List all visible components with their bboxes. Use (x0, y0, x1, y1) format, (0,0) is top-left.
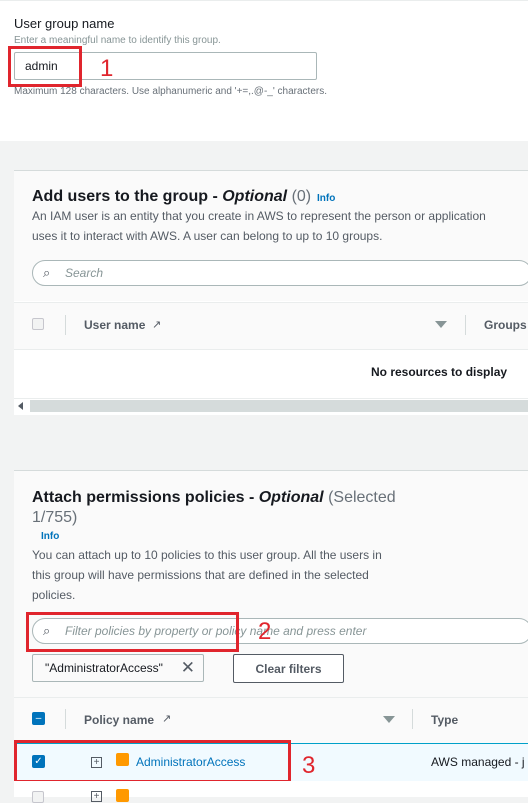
permissions-selected-a: (Selected (328, 489, 396, 506)
add-users-desc-2: uses it to interact with AWS. A user can… (32, 229, 383, 243)
empty-state-text: No resources to display (371, 365, 508, 379)
row-checkbox[interactable] (32, 791, 44, 803)
add-users-title-text: Add users to the group - (32, 188, 223, 205)
column-groups[interactable]: Groups (484, 318, 527, 332)
column-separator (465, 315, 466, 335)
column-type[interactable]: Type (431, 713, 458, 727)
add-users-info-link[interactable]: Info (317, 193, 335, 204)
remove-token-icon[interactable]: ✕ (181, 655, 195, 681)
users-search-placeholder: Search (65, 266, 104, 280)
column-separator (65, 315, 66, 335)
permissions-desc-1: You can attach up to 10 policies to this… (32, 548, 382, 562)
annotation-box-2 (26, 612, 239, 652)
permissions-info-link[interactable]: Info (41, 531, 59, 542)
add-users-title: Add users to the group - Optional (0) (32, 188, 311, 206)
search-icon: ⌕ (43, 265, 51, 280)
add-users-description: An IAM user is an entity that you create… (32, 206, 528, 246)
permissions-optional: Optional (258, 489, 324, 506)
permissions-description: You can attach up to 10 policies to this… (32, 545, 432, 605)
column-separator (412, 709, 413, 729)
external-link-icon: ↗ (162, 713, 172, 725)
permissions-title: Attach permissions policies - Optional (… (32, 488, 412, 528)
users-search-input[interactable]: ⌕ Search (32, 260, 528, 286)
group-name-label: User group name (14, 16, 115, 31)
sort-down-icon[interactable] (435, 321, 447, 328)
scroll-left-icon[interactable] (18, 402, 23, 410)
permissions-selected-b: 1/755) (32, 509, 78, 526)
column-policy-name[interactable]: Policy name (84, 713, 154, 727)
sort-down-icon[interactable] (383, 716, 395, 723)
scrollbar-thumb[interactable] (30, 400, 528, 412)
add-users-count: (0) (291, 188, 312, 205)
external-link-icon: ↗ (152, 319, 162, 331)
permissions-title-text: Attach permissions policies - (32, 489, 259, 506)
annotation-number-2: 2 (258, 618, 272, 645)
filter-token: "AdministratorAccess" ✕ (32, 654, 204, 682)
annotation-number-3: 3 (302, 752, 316, 779)
permissions-desc-2: this group will have permissions that ar… (32, 568, 369, 582)
policy-type: AWS managed - j (431, 755, 525, 769)
add-users-optional: Optional (222, 188, 288, 205)
column-user-name[interactable]: User name (84, 318, 145, 332)
permissions-desc-3: policies. (32, 588, 76, 602)
filter-token-text: "AdministratorAccess" (45, 661, 163, 675)
clear-filters-button[interactable]: Clear filters (233, 654, 344, 683)
column-separator (65, 709, 66, 729)
group-name-hint: Enter a meaningful name to identify this… (14, 35, 221, 46)
policies-select-all-checkbox[interactable]: ‒ (32, 712, 45, 725)
annotation-box-3 (14, 740, 291, 783)
annotation-box-1 (8, 46, 82, 87)
annotation-number-1: 1 (100, 55, 114, 82)
users-select-all-checkbox[interactable] (32, 318, 44, 330)
group-name-constraint: Maximum 128 characters. Use alphanumeric… (14, 86, 327, 97)
expand-icon[interactable]: + (91, 791, 102, 802)
add-users-desc-1: An IAM user is an entity that you create… (32, 209, 486, 223)
horizontal-scrollbar[interactable] (14, 398, 528, 413)
